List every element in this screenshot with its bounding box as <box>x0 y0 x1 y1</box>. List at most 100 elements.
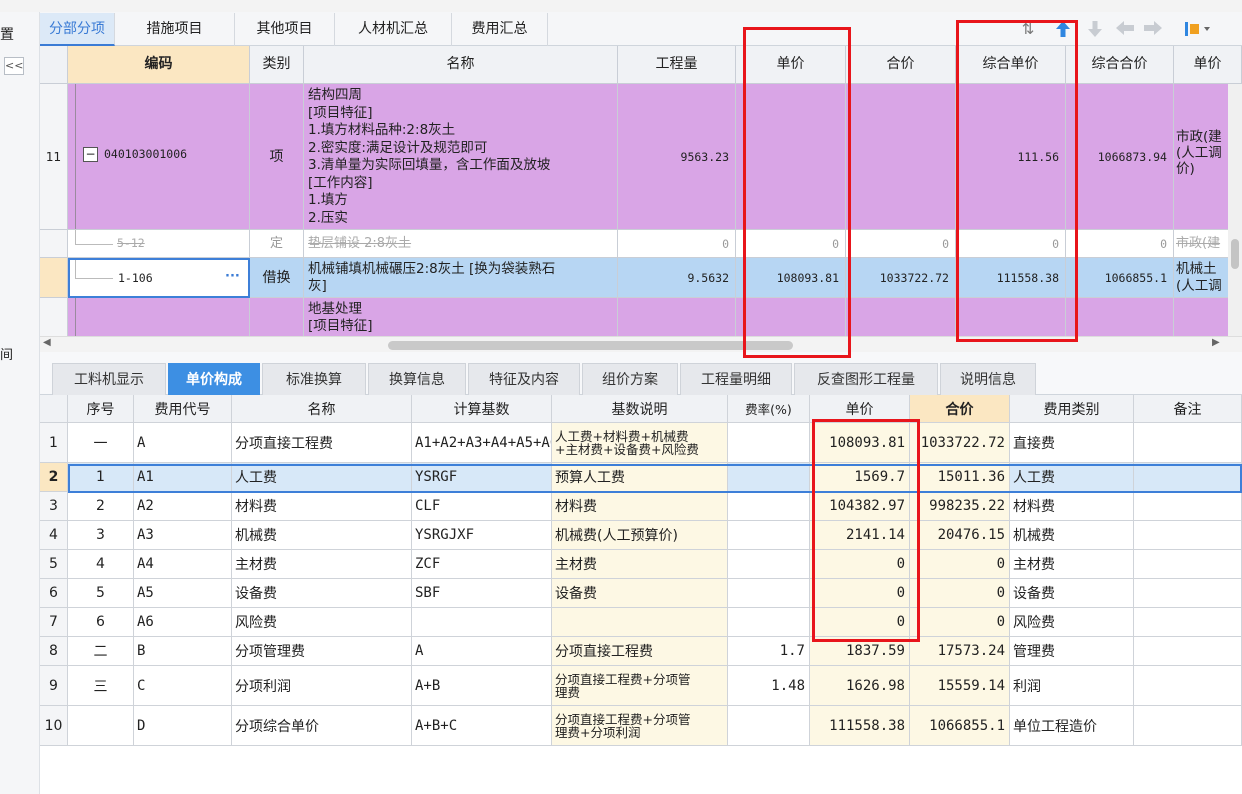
price-cell[interactable]: 0 <box>810 579 910 608</box>
name-cell[interactable]: 结构四周 [项目特征] 1.填方材料品种:2:8灰土 2.密实度:满足设计及规范… <box>304 84 618 230</box>
seq-cell[interactable]: 一 <box>68 423 134 463</box>
total-cell[interactable]: 1033722.72 <box>910 423 1010 463</box>
base-cell[interactable]: SBF <box>412 579 552 608</box>
base-desc-cell[interactable]: 人工费+材料费+机械费 +主材费+设备费+风险费 <box>552 423 728 463</box>
col-header-rate[interactable]: 费率(%) <box>728 395 810 423</box>
col-header-name[interactable]: 名称 <box>304 46 618 84</box>
unit-price-cell[interactable]: 108093.81 <box>736 258 846 298</box>
rate-cell[interactable] <box>728 521 810 550</box>
name-cell[interactable]: 风险费 <box>232 608 412 637</box>
total-cell[interactable]: 17573.24 <box>910 637 1010 666</box>
scrollbar-thumb[interactable] <box>1231 239 1239 269</box>
name-cell[interactable]: 人工费 <box>232 463 412 492</box>
fee-type-cell[interactable]: 管理费 <box>1010 637 1134 666</box>
category-cell[interactable]: 定 <box>250 230 304 258</box>
col-header-seq[interactable]: 序号 <box>68 395 134 423</box>
note-cell[interactable] <box>1134 666 1242 706</box>
total-cell[interactable]: 15011.36 <box>910 463 1010 492</box>
arrow-right-icon[interactable] <box>1142 20 1164 38</box>
note-cell[interactable] <box>1134 492 1242 521</box>
col-header-comp-total[interactable]: 综合合价 <box>1066 46 1174 84</box>
rate-cell[interactable] <box>728 608 810 637</box>
seq-cell[interactable]: 二 <box>68 637 134 666</box>
quantity-cell[interactable]: 9.5632 <box>618 258 736 298</box>
col-header-quantity[interactable]: 工程量 <box>618 46 736 84</box>
name-cell[interactable]: 分项综合单价 <box>232 706 412 746</box>
seq-cell[interactable]: 三 <box>68 666 134 706</box>
note-cell[interactable] <box>1134 423 1242 463</box>
name-cell[interactable]: 机械铺填机械碾压2:8灰土 [换为袋装熟石 灰] <box>304 258 618 298</box>
comp-unit-price-cell[interactable] <box>956 298 1066 336</box>
note-cell[interactable] <box>1134 463 1242 492</box>
price-cell[interactable]: 2141.14 <box>810 521 910 550</box>
total-cell[interactable]: 0 <box>910 550 1010 579</box>
row-index[interactable]: 7 <box>40 608 68 637</box>
base-cell[interactable]: A+B <box>412 666 552 706</box>
tab-tezheng[interactable]: 特征及内容 <box>468 363 580 395</box>
col-header-fee-type[interactable]: 费用类别 <box>1010 395 1134 423</box>
total-cell[interactable]: 15559.14 <box>910 666 1010 706</box>
col-header-price-source[interactable]: 单价 <box>1174 46 1242 84</box>
base-cell[interactable] <box>412 608 552 637</box>
tab-qita[interactable]: 其他项目 <box>235 13 335 46</box>
row-index[interactable]: 9 <box>40 666 68 706</box>
base-cell[interactable]: YSRGJXF <box>412 521 552 550</box>
unit-price-cell[interactable] <box>736 84 846 230</box>
total-cell[interactable]: 998235.22 <box>910 492 1010 521</box>
col-header-price[interactable]: 单价 <box>810 395 910 423</box>
fee-code-cell[interactable]: A5 <box>134 579 232 608</box>
scrollbar-thumb[interactable] <box>388 341 793 350</box>
rate-cell[interactable]: 1.48 <box>728 666 810 706</box>
tab-rencaiji[interactable]: 人材机汇总 <box>335 13 452 46</box>
fee-type-cell[interactable]: 单位工程造价 <box>1010 706 1134 746</box>
name-cell[interactable]: 设备费 <box>232 579 412 608</box>
quantity-cell[interactable]: 9563.23 <box>618 84 736 230</box>
fee-code-cell[interactable]: D <box>134 706 232 746</box>
col-header-fee-code[interactable]: 费用代号 <box>134 395 232 423</box>
comp-total-cell[interactable]: 1066855.1 <box>1066 258 1174 298</box>
note-cell[interactable] <box>1134 550 1242 579</box>
quantity-cell[interactable] <box>618 298 736 336</box>
arrow-down-icon[interactable] <box>1086 20 1104 38</box>
category-cell[interactable]: 项 <box>250 84 304 230</box>
base-desc-cell[interactable]: 预算人工费 <box>552 463 728 492</box>
base-cell[interactable]: A+B+C <box>412 706 552 746</box>
rate-cell[interactable] <box>728 550 810 579</box>
comp-unit-price-cell[interactable]: 111.56 <box>956 84 1066 230</box>
base-desc-cell[interactable]: 分项直接工程费+分项管 理费+分项利润 <box>552 706 728 746</box>
scroll-right-icon[interactable]: ▶ <box>1212 337 1220 348</box>
col-header-base[interactable]: 计算基数 <box>412 395 552 423</box>
name-cell[interactable]: 主材费 <box>232 550 412 579</box>
code-cell[interactable]: 5-12 <box>68 230 250 258</box>
name-cell[interactable]: 材料费 <box>232 492 412 521</box>
fee-code-cell[interactable]: A2 <box>134 492 232 521</box>
fee-code-cell[interactable]: A1 <box>134 463 232 492</box>
price-cell[interactable]: 1569.7 <box>810 463 910 492</box>
unit-price-cell[interactable]: 0 <box>736 230 846 258</box>
rate-cell[interactable] <box>728 423 810 463</box>
name-cell[interactable]: 分项管理费 <box>232 637 412 666</box>
base-desc-cell[interactable]: 设备费 <box>552 579 728 608</box>
unit-price-cell[interactable] <box>736 298 846 336</box>
category-cell[interactable] <box>250 298 304 336</box>
row-index[interactable]: 1 <box>40 423 68 463</box>
arrow-up-icon[interactable] <box>1054 20 1072 38</box>
col-header-code[interactable]: 编码 <box>68 46 250 84</box>
base-desc-cell[interactable]: 分项直接工程费+分项管 理费 <box>552 666 728 706</box>
col-header-comp-unit-price[interactable]: 综合单价 <box>956 46 1066 84</box>
fee-type-cell[interactable]: 风险费 <box>1010 608 1134 637</box>
name-cell[interactable]: 分项利润 <box>232 666 412 706</box>
fee-code-cell[interactable]: A4 <box>134 550 232 579</box>
rate-cell[interactable] <box>728 706 810 746</box>
col-header-total[interactable]: 合价 <box>910 395 1010 423</box>
row-index[interactable]: 10 <box>40 706 68 746</box>
price-cell[interactable]: 0 <box>810 550 910 579</box>
row-index[interactable]: 6 <box>40 579 68 608</box>
fee-type-cell[interactable]: 材料费 <box>1010 492 1134 521</box>
collapse-toggle[interactable]: − <box>83 147 98 162</box>
total-cell[interactable]: 1066855.1 <box>910 706 1010 746</box>
col-header-note[interactable]: 备注 <box>1134 395 1242 423</box>
fee-type-cell[interactable]: 人工费 <box>1010 463 1134 492</box>
note-cell[interactable] <box>1134 579 1242 608</box>
tab-gongchengliang-mingxi[interactable]: 工程量明细 <box>680 363 792 395</box>
